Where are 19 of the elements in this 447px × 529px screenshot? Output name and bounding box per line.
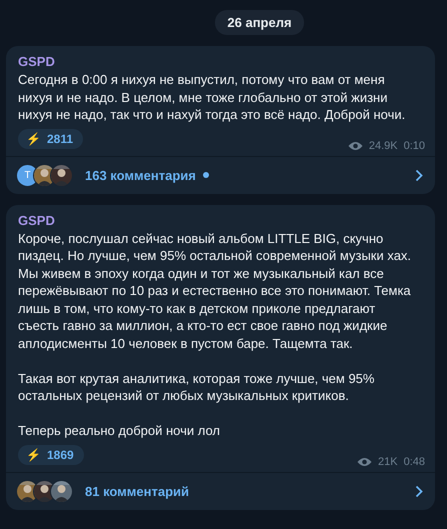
author-name[interactable]: GSPD: [18, 212, 55, 228]
reaction-button[interactable]: ⚡ 2811: [18, 128, 84, 148]
chevron-right-icon: [415, 168, 423, 182]
message-time: 0:10: [404, 140, 425, 152]
reaction-button[interactable]: ⚡ 1869: [18, 444, 84, 464]
chevron-right-icon: [415, 484, 423, 498]
eye-icon: [348, 140, 363, 150]
author-name[interactable]: GSPD: [18, 54, 55, 69]
eye-icon: [357, 456, 372, 466]
message-time: 0:48: [404, 456, 425, 468]
message-text: Сегодня в 0:00 я нихуя не выпустил, потому что вам от меня нихуя и не надо. В целом, мне тоже глобально от этой жизни нихуя не надо, так что и нахуй тогда это всё надо. Доброй ночи.: [18, 71, 406, 124]
message-text: Короче, послушал сейчас новый альбом LITTLE BIG, скучно пиздец. Но лучше, чем 95% остальной современной музыки хах. Мы живем в эпоху когда один и тот же музыкальный кал все пережёвывают по 10 раз и естественно все это понимают. Темка лишь в том, что кому-то как в детском приколе предлагают съесть гавно за миллион, а кто-то ест свое гавно под жидкие аплодисменты 10 человек в пустом баре. Тащемта так.: [18, 230, 412, 352]
view-count: 21K: [378, 456, 398, 468]
message-text: Такая вот крутая аналитика, которая тоже лучше, чем 95% остальных рецензий от любых музыкальных критиков.: [18, 370, 376, 404]
comments-button[interactable]: 81 комментарий: [6, 472, 435, 510]
date-pill: 26 апреля: [215, 10, 304, 35]
message-text: Теперь реально доброй ночи лол: [18, 422, 222, 440]
comments-button[interactable]: T 163 комментария: [6, 156, 435, 194]
view-count: 24.9K: [368, 140, 398, 152]
